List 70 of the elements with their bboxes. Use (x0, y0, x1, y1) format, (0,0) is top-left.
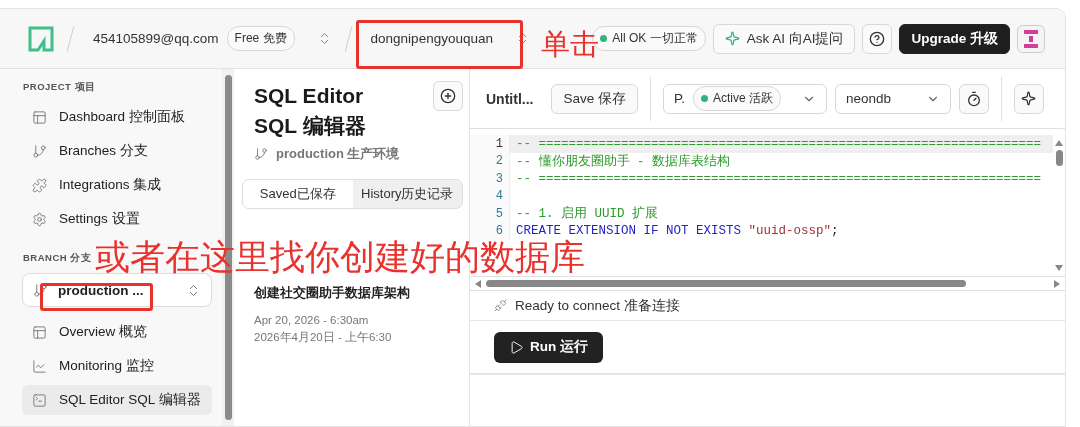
compute-select[interactable]: P. Active 活跃 (662, 83, 827, 114)
branch-icon (33, 282, 48, 298)
settings-icon (32, 211, 47, 227)
help-button[interactable] (862, 23, 893, 54)
arrow-left-icon (474, 278, 482, 289)
sparkle-icon (1021, 91, 1037, 106)
new-query-button[interactable] (433, 81, 463, 111)
overview-icon (32, 324, 47, 340)
history-button[interactable] (958, 83, 989, 114)
code-text: -- =================================================================== (516, 136, 1042, 151)
upgrade-button[interactable]: Upgrade 升级 (899, 23, 1010, 54)
nav-item[interactable]: Dashboard 控制面板 (22, 102, 212, 132)
query-date: Apr 20, 2026 - 6:30am (254, 313, 370, 328)
database-select[interactable]: neondb (834, 83, 951, 114)
page-title: SQL 编辑器 (254, 113, 366, 139)
line-number: 3 (470, 170, 510, 188)
sparkle-icon (724, 31, 740, 46)
code-text: "uuid-ossp" (748, 224, 832, 239)
arrow-right-icon (1053, 278, 1061, 289)
branch-select[interactable]: production ... (22, 273, 212, 307)
nav-item[interactable]: Branches 分支 (22, 136, 212, 166)
arrow-up-icon (1054, 139, 1064, 147)
section-heading: PROJECT 项目 (23, 81, 97, 94)
timer-icon (965, 90, 982, 107)
help-icon (869, 30, 886, 47)
play-icon (509, 339, 524, 355)
scrollbar[interactable] (470, 277, 1065, 291)
code-text: -- 1. 启用 UUID 扩展 (516, 205, 658, 223)
scroll-thumb (1055, 150, 1063, 166)
query-description[interactable]: 创建社交圈助手数据库架构 (254, 285, 459, 302)
line-number: 1 (470, 135, 510, 153)
nav-item[interactable]: Integrations 集成 (22, 170, 212, 200)
logo-icon[interactable] (28, 25, 54, 52)
dashboard-icon (32, 109, 47, 125)
puzzle-icon (32, 177, 47, 193)
query-name[interactable]: Untitl... (486, 90, 534, 107)
annotation-text: 或者在这里找你创建好的数据库 (95, 240, 585, 275)
nav-item[interactable]: Settings 设置 (22, 204, 212, 234)
status-badge: Active 活跃 (693, 86, 781, 111)
ask-ai-button[interactable]: Ask AI 向AI提问 (712, 23, 856, 54)
status-dot (701, 95, 708, 102)
account-email: 454105899@qq.com (93, 31, 219, 46)
page-title: SQL Editor (254, 83, 365, 109)
chart-icon (32, 358, 47, 374)
line-number: 5 (470, 205, 510, 223)
branch-icon (254, 147, 268, 161)
run-button[interactable]: Run 运行 (494, 331, 603, 363)
project-name[interactable]: dongnipengyouquan (370, 31, 493, 46)
plus-icon (440, 88, 456, 104)
nav-item[interactable]: Overview 概览 (22, 317, 212, 347)
branch-name: production 生产环境 (276, 145, 400, 163)
plug-icon (494, 299, 507, 312)
section-heading: BRANCH 分支 (23, 252, 93, 265)
arrow-down-icon (1054, 264, 1064, 272)
plan-badge: Free 免费 (226, 26, 295, 51)
branch-icon (32, 143, 47, 159)
query-date: 2026年4月20日 - 上午6:30 (254, 330, 393, 345)
ai-button[interactable] (1013, 83, 1044, 114)
connection-status: Ready to connect 准备连接 (515, 296, 680, 315)
nav-item[interactable]: Monitoring 监控 (22, 351, 212, 381)
save-button[interactable]: Save 保存 (551, 83, 638, 114)
avatar-icon[interactable] (1017, 24, 1045, 53)
code-text: -- =================================================================== (516, 171, 1042, 186)
tab[interactable]: Saved已保存 (243, 180, 353, 208)
nav-item[interactable]: SQL Editor SQL 编辑器 (22, 385, 212, 415)
code-text: ; (831, 224, 839, 239)
status-dot (600, 35, 608, 42)
terminal-icon (32, 392, 47, 408)
code-text: CREATE EXTENSION IF NOT EXISTS (516, 224, 743, 239)
code-text: -- 懂你朋友圈助手 - 数据库表结构 (516, 153, 730, 170)
